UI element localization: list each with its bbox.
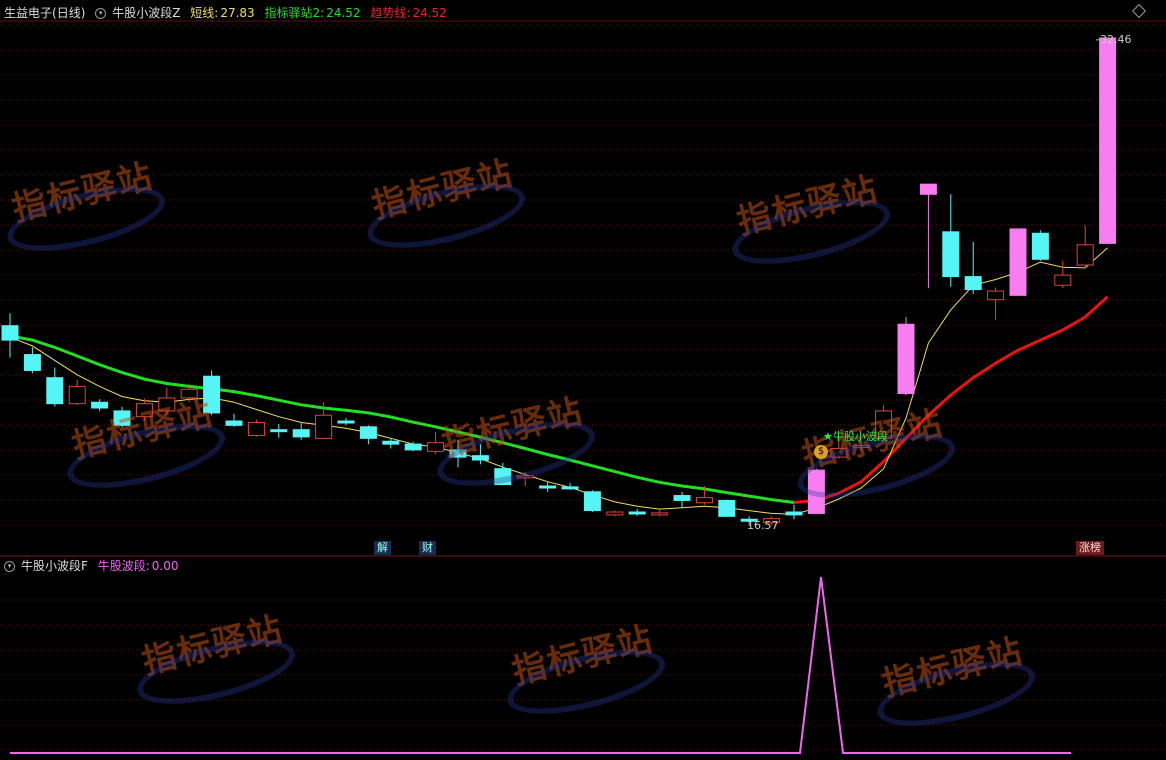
candle-body	[404, 443, 422, 451]
candle-body	[606, 511, 624, 516]
kline-chart-canvas	[0, 20, 1166, 754]
candle-body	[315, 414, 333, 439]
candle-body	[651, 512, 669, 516]
trend-line-value: 24.52	[412, 6, 447, 20]
sub-series-label: 牛股波段:	[97, 559, 150, 573]
candle-body	[516, 475, 534, 479]
candle-body	[23, 354, 41, 371]
collapse-toggle-icon[interactable]: ▾	[95, 8, 107, 19]
candle-body	[830, 447, 848, 458]
candle-body	[539, 485, 557, 489]
candle-body	[180, 388, 198, 399]
main-chart-header: 生益电子(日线) ▾ 牛股小波段Z 短线: 27.83 指标驿站2: 24.52 趋势…	[4, 4, 453, 22]
sub-series-value: 0.00	[151, 559, 179, 573]
candle-body	[673, 495, 691, 501]
candle-body	[91, 401, 109, 409]
candle-body	[964, 276, 982, 291]
candle-body	[1031, 232, 1049, 260]
candle-body	[247, 421, 265, 436]
candle-body	[583, 491, 601, 512]
stock-name[interactable]: 生益电子	[4, 6, 52, 20]
candle-body	[695, 497, 713, 504]
event-jie-badge[interactable]: 解	[374, 541, 391, 555]
candle-body	[807, 469, 825, 514]
low-price-label: 16.57	[747, 519, 779, 532]
event-cai-badge[interactable]: 财	[419, 541, 436, 555]
trend-line-label: 趋势线:	[370, 6, 411, 20]
candle-body	[225, 420, 243, 426]
candle-body	[1054, 274, 1072, 286]
sub-indicator-name[interactable]: 牛股小波段F	[21, 559, 88, 573]
indicator-name[interactable]: 牛股小波段Z	[112, 6, 180, 20]
station-line-label: 指标驿站2:	[264, 6, 325, 20]
collapse-toggle-icon[interactable]: ▾	[4, 561, 15, 572]
candle-body	[942, 231, 960, 278]
candle-body	[158, 397, 176, 412]
candle-body	[897, 323, 915, 395]
candle-body	[987, 290, 1005, 301]
candle-body	[494, 468, 512, 486]
candle-body	[135, 403, 153, 418]
candle-body	[359, 426, 377, 439]
candle-body	[852, 445, 870, 449]
short-line-label: 短线:	[190, 6, 219, 20]
candle-body	[718, 499, 736, 517]
candle-body	[292, 429, 310, 438]
high-price-label: 32.46	[1100, 33, 1132, 46]
candle-body	[561, 486, 579, 490]
candle-body	[449, 449, 467, 458]
sub-chart-header: ▾ 牛股小波段F 牛股波段: 0.00	[4, 557, 185, 575]
candle-body	[382, 440, 400, 445]
candle-body	[270, 429, 288, 433]
candle-body	[46, 377, 64, 405]
candle-body	[785, 511, 803, 516]
event-zhangbang-badge[interactable]: 涨榜	[1076, 541, 1104, 555]
sub-series-line	[10, 576, 1071, 754]
period-label: (日线)	[52, 6, 86, 20]
short-line	[9, 247, 1108, 515]
candle-body	[919, 183, 937, 195]
candle-body	[1, 325, 19, 341]
short-line-value: 27.83	[220, 6, 255, 20]
money-bag-icon: $	[814, 445, 828, 459]
candle-body	[628, 511, 646, 515]
candle-body	[113, 410, 131, 426]
candle-body	[427, 442, 445, 452]
candle-body	[203, 375, 221, 414]
candle-body	[68, 385, 86, 405]
signal-label: ★牛股小波段	[823, 430, 888, 443]
candle-body	[337, 420, 355, 424]
candle-body	[1099, 37, 1117, 244]
candle-body	[471, 455, 489, 461]
station-line-value: 24.52	[326, 6, 361, 20]
candle-body	[1009, 228, 1027, 296]
candle-body	[1076, 244, 1094, 266]
